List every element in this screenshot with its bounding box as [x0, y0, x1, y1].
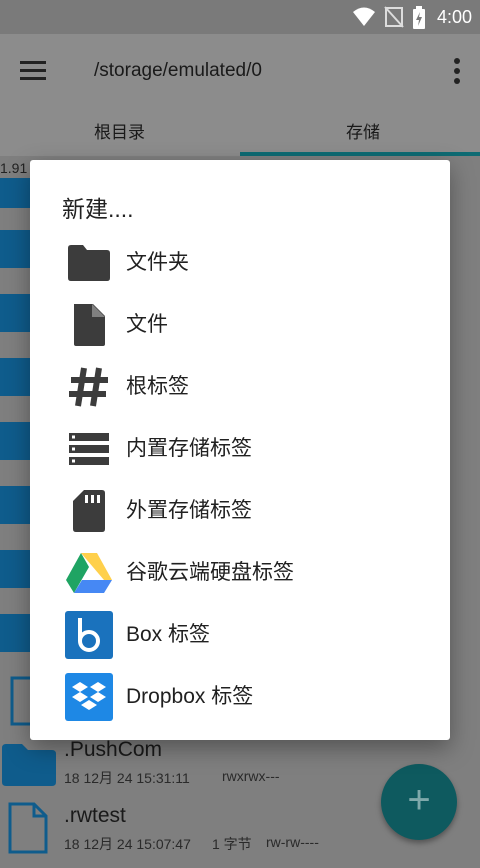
option-label: 文件: [126, 313, 168, 336]
internal-storage-icon: [69, 433, 109, 465]
option-label: Dropbox 标签: [126, 685, 254, 708]
battery-charging-icon: [413, 6, 425, 29]
option-label: 外置存储标签: [126, 499, 252, 522]
current-path: /storage/emulated/0: [94, 60, 262, 81]
file-name: .rwtest: [64, 804, 126, 827]
status-bar: 4:00: [0, 0, 480, 34]
no-signal-icon: [384, 6, 404, 28]
option-external-storage-tab[interactable]: 外置存储标签: [30, 480, 450, 542]
more-options-icon[interactable]: [454, 58, 460, 84]
option-label: 根标签: [126, 375, 189, 398]
folder-icon: [68, 245, 110, 281]
dropbox-icon: [65, 673, 113, 721]
option-internal-storage-tab[interactable]: 内置存储标签: [30, 418, 450, 480]
file-size: 1 字节: [212, 836, 252, 852]
sd-card-icon: [73, 490, 105, 532]
hamburger-menu-icon[interactable]: [20, 61, 46, 81]
tab-root[interactable]: 根目录: [94, 118, 145, 143]
box-icon: [65, 611, 113, 659]
app-bar: /storage/emulated/0 根目录 存储: [0, 34, 480, 156]
wifi-icon: [353, 7, 375, 26]
new-item-dialog: 新建.... 文件夹 文件 根标签 内置存储标签 外置存储标签 谷歌云端硬盘标签…: [30, 160, 450, 740]
file-permissions: rwxrwx---: [222, 768, 280, 784]
option-dropbox-tab[interactable]: Dropbox 标签: [30, 666, 450, 728]
file-icon: [8, 802, 48, 854]
folder-icon: [2, 744, 56, 786]
option-label: 文件夹: [126, 251, 189, 274]
file-name: .PushCom: [64, 738, 163, 761]
file-date: 18 12月 24 15:07:47: [64, 836, 191, 852]
option-box-tab[interactable]: Box 标签: [30, 604, 450, 666]
option-label: Box 标签: [126, 623, 211, 646]
option-new-file[interactable]: 文件: [30, 294, 450, 356]
file-permissions: rw-rw----: [266, 834, 319, 850]
tab-storage[interactable]: 存储: [346, 118, 380, 143]
dialog-title: 新建....: [62, 196, 134, 222]
file-date: 18 12月 24 15:31:11: [64, 770, 190, 786]
option-root-tab[interactable]: 根标签: [30, 356, 450, 418]
hash-icon: [69, 367, 108, 407]
option-label: 内置存储标签: [126, 437, 252, 460]
truncated-size-text: 1.91: [0, 160, 28, 176]
file-icon: [74, 304, 105, 346]
plus-icon: +: [407, 778, 431, 822]
option-label: 谷歌云端硬盘标签: [126, 561, 294, 584]
option-google-drive-tab[interactable]: 谷歌云端硬盘标签: [30, 542, 450, 604]
status-time: 4:00: [436, 7, 472, 27]
option-new-folder[interactable]: 文件夹: [30, 232, 450, 294]
google-drive-icon: [66, 553, 112, 593]
add-fab-button[interactable]: +: [381, 764, 457, 840]
